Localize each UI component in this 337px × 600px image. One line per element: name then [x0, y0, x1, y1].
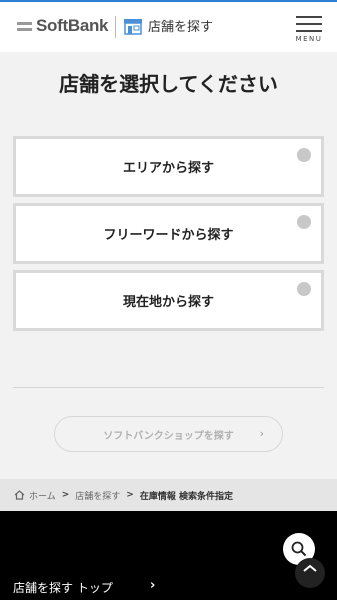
breadcrumb: ホーム > 店舗を探す > 在庫情報 検索条件指定	[0, 479, 337, 511]
radio-indicator-icon	[297, 282, 311, 296]
site-header: SoftBank 店舗を探す MENU	[0, 0, 337, 52]
option-location-search[interactable]: 現在地から探す	[13, 270, 324, 331]
logo-text: SoftBank	[36, 16, 109, 35]
store-icon	[124, 18, 142, 35]
header-accent-line	[0, 0, 337, 2]
breadcrumb-separator: >	[61, 490, 70, 500]
breadcrumb-current: 在庫情報 検索条件指定	[139, 491, 233, 502]
home-icon	[14, 490, 25, 500]
menu-icon	[296, 16, 322, 18]
option-freeword-search[interactable]: フリーワードから探す	[13, 203, 324, 264]
store-search-link[interactable]: 店舗を探す	[123, 16, 213, 35]
menu-button[interactable]: MENU	[293, 14, 325, 44]
search-icon	[291, 541, 307, 557]
breadcrumb-home[interactable]: ホーム	[29, 489, 56, 502]
softbank-shop-search-button[interactable]: ソフトバンクショップを探す ›	[54, 416, 283, 452]
softbank-shop-search-label: ソフトバンクショップを探す	[103, 430, 234, 442]
back-to-top-button[interactable]	[295, 558, 325, 588]
breadcrumb-separator: >	[126, 490, 134, 500]
chevron-right-icon: ›	[150, 578, 156, 593]
chevron-right-icon: ›	[259, 427, 264, 440]
chevron-up-icon	[303, 564, 317, 572]
page-title: 店舗を選択してください	[59, 72, 278, 96]
option-label: エリアから探す	[122, 161, 214, 176]
breadcrumb-store[interactable]: 店舗を探す	[75, 489, 120, 502]
radio-indicator-icon	[297, 215, 311, 229]
radio-indicator-icon	[297, 148, 311, 162]
option-label: 現在地から探す	[122, 295, 214, 310]
header-divider	[115, 16, 116, 38]
softbank-logo-mark-icon	[17, 21, 32, 31]
menu-label: MENU	[295, 35, 323, 43]
section-divider	[13, 387, 324, 388]
footer-store-top-link[interactable]: 店舗を探す トップ	[13, 579, 113, 596]
store-search-label: 店舗を探す	[148, 20, 214, 35]
option-label: フリーワードから探す	[103, 228, 234, 243]
option-area-search[interactable]: エリアから探す	[13, 136, 324, 197]
softbank-logo[interactable]: SoftBank	[17, 16, 109, 36]
